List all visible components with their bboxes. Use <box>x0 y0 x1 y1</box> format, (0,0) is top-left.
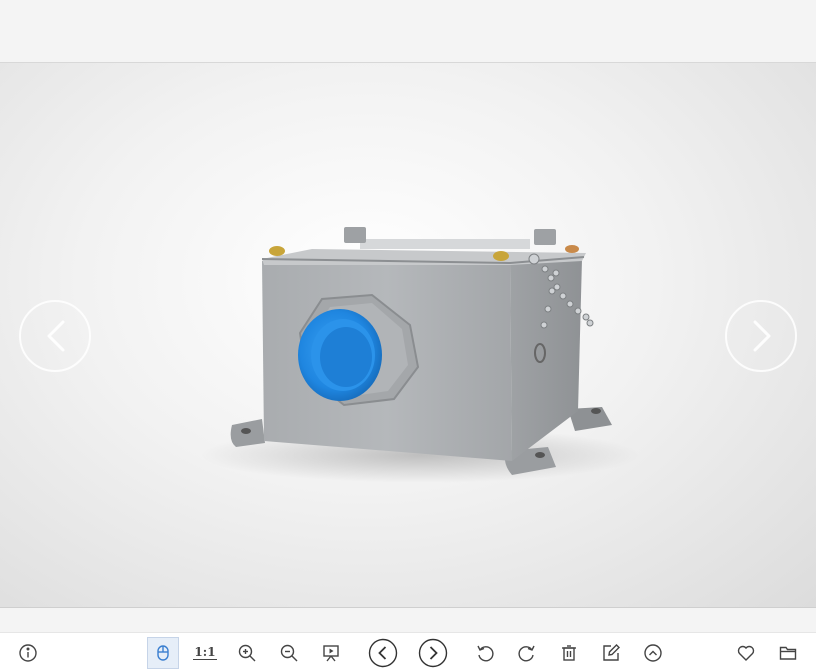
bottom-toolbar: 1:1 <box>0 632 816 672</box>
zoom-in-icon <box>238 644 256 662</box>
edit-icon <box>603 644 620 661</box>
product-photo <box>200 227 640 483</box>
chevron-right-icon <box>753 320 771 352</box>
rotate-left-button[interactable] <box>469 637 501 669</box>
zoom-out-icon <box>280 644 298 662</box>
rotate-left-icon <box>477 645 494 662</box>
image-viewport[interactable] <box>0 62 816 608</box>
ratio-icon: 1:1 <box>193 645 217 660</box>
info-button[interactable] <box>12 637 44 669</box>
slideshow-icon <box>323 645 339 662</box>
top-bar <box>0 0 816 62</box>
previous-image-button[interactable] <box>19 300 91 372</box>
rotate-right-button[interactable] <box>511 637 543 669</box>
actual-size-button[interactable]: 1:1 <box>189 637 221 669</box>
expand-button[interactable] <box>637 637 669 669</box>
open-folder-button[interactable] <box>772 637 804 669</box>
edit-button[interactable] <box>595 637 627 669</box>
zoom-in-button[interactable] <box>231 637 263 669</box>
info-icon <box>19 644 37 662</box>
favorite-button[interactable] <box>730 637 762 669</box>
zoom-out-button[interactable] <box>273 637 305 669</box>
next-icon <box>418 638 448 668</box>
rotate-right-icon <box>518 645 535 662</box>
previous-icon <box>368 638 398 668</box>
heart-icon <box>737 645 755 661</box>
chevron-left-icon <box>47 320 65 352</box>
slideshow-button[interactable] <box>315 637 347 669</box>
mouse-icon <box>157 645 169 661</box>
trash-icon <box>562 645 576 661</box>
previous-button[interactable] <box>367 637 399 669</box>
next-image-button[interactable] <box>725 300 797 372</box>
expand-up-icon <box>644 644 662 662</box>
next-button[interactable] <box>417 637 449 669</box>
mouse-mode-button[interactable] <box>147 637 179 669</box>
folder-icon <box>779 646 797 660</box>
delete-button[interactable] <box>553 637 585 669</box>
